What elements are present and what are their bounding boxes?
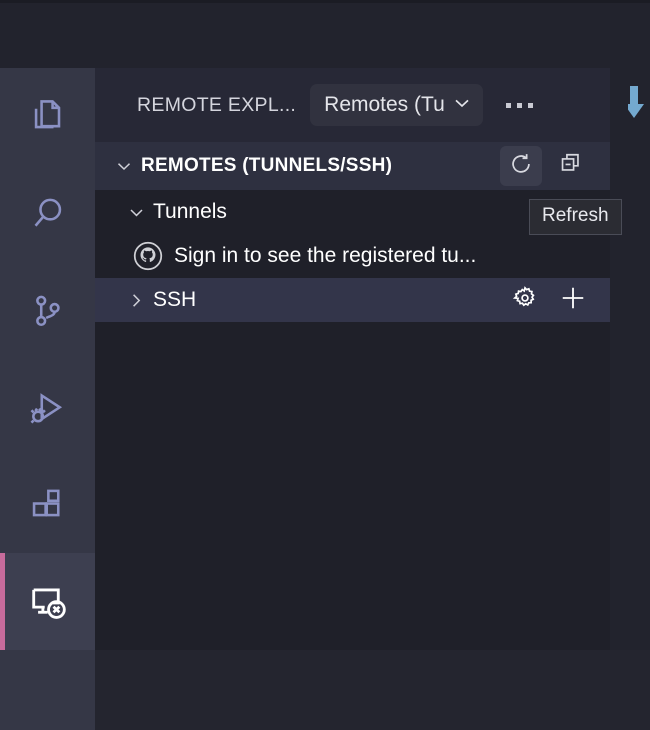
more-dot (528, 102, 534, 108)
chevron-right-icon[interactable] (119, 290, 153, 311)
chevron-down-icon (451, 92, 473, 119)
sidebar: REMOTE EXPL... Remotes (Tu REMOTES (TUNN… (95, 68, 610, 650)
more-dot (506, 102, 512, 108)
remotes-tree: Tunnels Sign in to see the registered tu… (95, 190, 610, 650)
tree-item-label: Sign in to see the registered tu... (174, 244, 477, 267)
configure-ssh-hosts-button[interactable] (506, 281, 544, 319)
sidebar-header: REMOTE EXPL... Remotes (Tu (95, 68, 610, 142)
collapse-all-icon (559, 151, 584, 181)
chevron-down-icon (107, 156, 141, 176)
tree-item-label: SSH (153, 288, 197, 311)
section-header-remotes[interactable]: REMOTES (TUNNELS/SSH) (95, 142, 610, 190)
run-debug-icon (26, 386, 70, 430)
section-actions (500, 142, 592, 190)
activity-bar-item-run-and-debug[interactable] (0, 359, 95, 456)
view-picker-label: Remotes (Tu (324, 93, 445, 116)
activity-bar (0, 68, 95, 653)
activity-bar-item-search[interactable] (0, 165, 95, 262)
refresh-button[interactable] (500, 146, 542, 186)
section-title: REMOTES (TUNNELS/SSH) (141, 155, 393, 176)
view-more-actions-button[interactable] (500, 88, 540, 122)
chevron-down-icon[interactable] (119, 202, 153, 223)
tree-item-actions (506, 278, 592, 322)
refresh-icon (508, 151, 534, 182)
github-icon (131, 239, 165, 273)
files-icon (26, 95, 70, 139)
activity-bar-item-explorer[interactable] (0, 68, 95, 165)
view-picker-dropdown[interactable]: Remotes (Tu (310, 84, 483, 126)
gear-icon (511, 284, 539, 317)
tree-item-label: Tunnels (153, 200, 227, 223)
remote-explorer-icon (26, 580, 70, 624)
sidebar-title: REMOTE EXPL... (137, 93, 297, 116)
collapse-all-button[interactable] (550, 146, 592, 186)
source-control-icon (26, 289, 70, 333)
activity-bar-item-remote-explorer[interactable] (0, 553, 95, 650)
activity-bar-item-source-control[interactable] (0, 262, 95, 359)
search-icon (26, 192, 70, 236)
refresh-tooltip: Refresh (529, 199, 622, 235)
more-dot (517, 102, 523, 108)
tooltip-text: Refresh (542, 205, 609, 226)
tree-item-ssh[interactable]: SSH (95, 278, 610, 322)
plus-icon (558, 283, 588, 318)
panel-bottom-area (0, 650, 650, 730)
editor-area (610, 68, 650, 730)
activity-bar-bottom-area (0, 650, 95, 730)
activity-bar-item-extensions[interactable] (0, 456, 95, 553)
arrow-cursor-icon (624, 86, 648, 125)
extensions-icon (26, 483, 70, 527)
vscode-window: REMOTE EXPL... Remotes (Tu REMOTES (TUNN… (0, 0, 650, 730)
title-bar (0, 0, 650, 68)
tree-item-sign-in[interactable]: Sign in to see the registered tu... (95, 234, 610, 278)
add-new-ssh-host-button[interactable] (554, 281, 592, 319)
